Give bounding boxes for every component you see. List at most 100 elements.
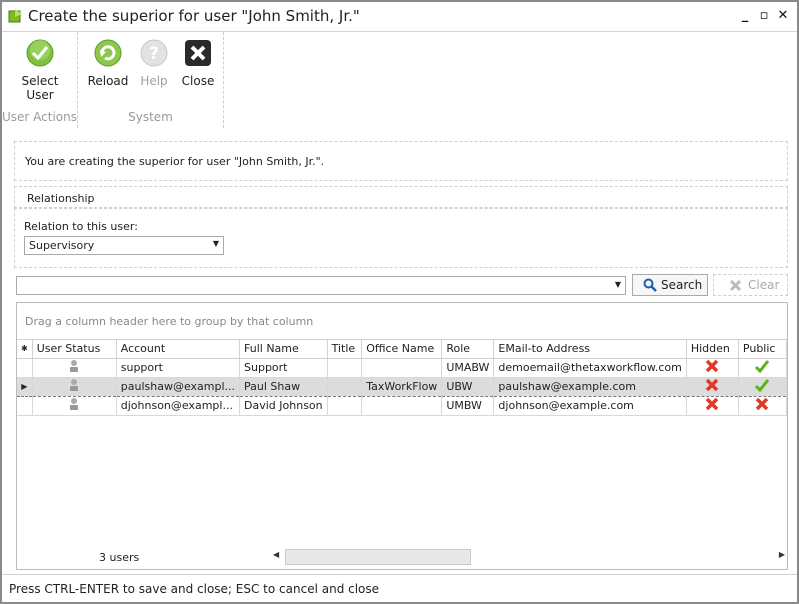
cross-icon <box>706 359 719 373</box>
column-header-public[interactable]: Public <box>738 340 788 359</box>
help-icon: ? <box>140 39 168 67</box>
account-cell: paulshaw@exampl... <box>116 376 241 397</box>
column-header-office-name[interactable]: Office Name <box>361 340 443 359</box>
hidden-cell <box>686 376 739 397</box>
chevron-down-icon: ▼ <box>614 280 621 289</box>
check-icon <box>755 379 770 393</box>
row-indicator <box>17 396 33 416</box>
column-header-title[interactable]: Title <box>327 340 363 359</box>
maximize-icon[interactable]: ▫ <box>755 8 773 24</box>
column-header-user-status[interactable]: User Status <box>32 340 117 359</box>
header-row: ✱ User Status Account Full Name Title Of… <box>17 340 788 359</box>
help-button[interactable]: ? Help <box>134 38 174 88</box>
user-status-icon <box>70 398 79 410</box>
check-icon <box>755 360 770 374</box>
row-indicator-arrow-icon: ▶ <box>17 376 33 397</box>
search-button[interactable]: Search <box>632 274 708 296</box>
relation-select[interactable]: Supervisory ▼ <box>24 236 224 255</box>
column-header-full-name[interactable]: Full Name <box>239 340 328 359</box>
app-icon <box>8 9 22 23</box>
reload-button[interactable]: Reload <box>86 38 130 88</box>
full-name-cell: David Johnson <box>239 396 328 416</box>
role-cell: UMABW <box>441 358 495 378</box>
account-cell: djohnson@exampl... <box>116 396 241 416</box>
email-cell: demoemail@thetaxworkflow.com <box>493 358 687 378</box>
close-icon <box>185 40 211 66</box>
clear-icon <box>729 279 742 292</box>
window-title: Create the superior for user "John Smith… <box>28 7 360 25</box>
users-table: ✱ User Status Account Full Name Title Of… <box>17 340 788 416</box>
scroll-right-icon[interactable]: ▶ <box>779 550 785 559</box>
help-label: Help <box>140 74 168 88</box>
svg-text:?: ? <box>149 44 159 64</box>
user-status-cell <box>32 376 117 397</box>
table-row[interactable]: support Support UMABW demoemail@thetaxwo… <box>17 358 788 378</box>
scrollbar-thumb[interactable] <box>285 549 471 565</box>
table-row[interactable]: djohnson@exampl... David Johnson UMBW dj… <box>17 396 788 416</box>
office-name-cell <box>361 396 443 416</box>
close-label: Close <box>181 74 215 88</box>
scroll-left-icon[interactable]: ◀ <box>273 550 279 559</box>
close-button[interactable]: Close <box>178 38 218 88</box>
ribbon-caption-user-actions: User Actions <box>2 110 77 124</box>
group-by-panel[interactable]: Drag a column header here to group by th… <box>17 303 787 340</box>
role-cell: UBW <box>441 376 495 397</box>
relationship-header <box>14 186 788 208</box>
relation-label: Relation to this user: <box>24 220 138 233</box>
search-input[interactable]: ▼ <box>16 276 626 295</box>
ribbon-group-user-actions: Select User User Actions <box>2 32 78 128</box>
table-row[interactable]: ▶ paulshaw@exampl... Paul Shaw TaxWorkFl… <box>17 376 788 397</box>
search-icon <box>643 278 657 292</box>
reload-label: Reload <box>87 74 129 88</box>
title-cell <box>327 376 363 397</box>
column-header-email[interactable]: EMail-to Address <box>493 340 687 359</box>
public-cell <box>738 358 788 378</box>
full-name-cell: Support <box>239 358 328 378</box>
clear-button-label: Clear <box>748 278 780 292</box>
clear-button[interactable]: Clear <box>713 274 788 296</box>
title-cell <box>327 396 363 416</box>
title-bar: Create the superior for user "John Smith… <box>2 2 797 32</box>
hidden-cell <box>686 396 739 416</box>
reload-icon <box>94 39 122 67</box>
status-bar: Press CTRL-ENTER to save and close; ESC … <box>2 574 797 602</box>
group-hint: Drag a column header here to group by th… <box>25 315 314 328</box>
cross-icon <box>706 397 719 411</box>
user-status-icon <box>70 360 79 372</box>
row-indicator <box>17 358 33 378</box>
minimize-icon[interactable]: _ <box>736 8 754 24</box>
check-circle-icon <box>26 39 54 67</box>
ribbon: Select User User Actions Reload ? Help C… <box>2 32 226 128</box>
select-user-label-line1: Select <box>21 74 59 88</box>
column-header-hidden[interactable]: Hidden <box>686 340 739 359</box>
cross-icon <box>756 397 769 411</box>
office-name-cell: TaxWorkFlow <box>361 376 443 397</box>
relationship-section-title: Relationship <box>27 192 95 205</box>
select-user-label-line2: User <box>26 88 54 102</box>
select-user-button[interactable]: Select User <box>12 38 68 102</box>
user-count: 3 users <box>99 551 140 564</box>
chevron-down-icon: ▼ <box>212 239 219 248</box>
relation-select-value: Supervisory <box>29 239 95 252</box>
cross-icon <box>706 378 719 392</box>
search-button-label: Search <box>661 278 703 292</box>
ribbon-group-system: Reload ? Help Close System <box>78 32 224 128</box>
hidden-cell <box>686 358 739 378</box>
title-cell <box>327 358 363 378</box>
status-text: Press CTRL-ENTER to save and close; ESC … <box>9 582 380 596</box>
user-status-cell <box>32 358 117 378</box>
column-header-account[interactable]: Account <box>116 340 241 359</box>
users-grid: Drag a column header here to group by th… <box>16 302 788 570</box>
header-indicator: ✱ <box>17 340 33 359</box>
info-message: You are creating the superior for user "… <box>25 155 325 168</box>
user-status-cell <box>32 396 117 416</box>
full-name-cell: Paul Shaw <box>239 376 328 397</box>
close-window-icon[interactable]: ✕ <box>774 8 792 24</box>
column-header-role[interactable]: Role <box>441 340 495 359</box>
role-cell: UMBW <box>441 396 495 416</box>
horizontal-scrollbar[interactable]: ◀ ▶ <box>271 548 787 566</box>
account-cell: support <box>116 358 241 378</box>
public-cell <box>738 376 788 397</box>
ribbon-caption-system: System <box>128 110 173 124</box>
email-cell: djohnson@example.com <box>493 396 687 416</box>
